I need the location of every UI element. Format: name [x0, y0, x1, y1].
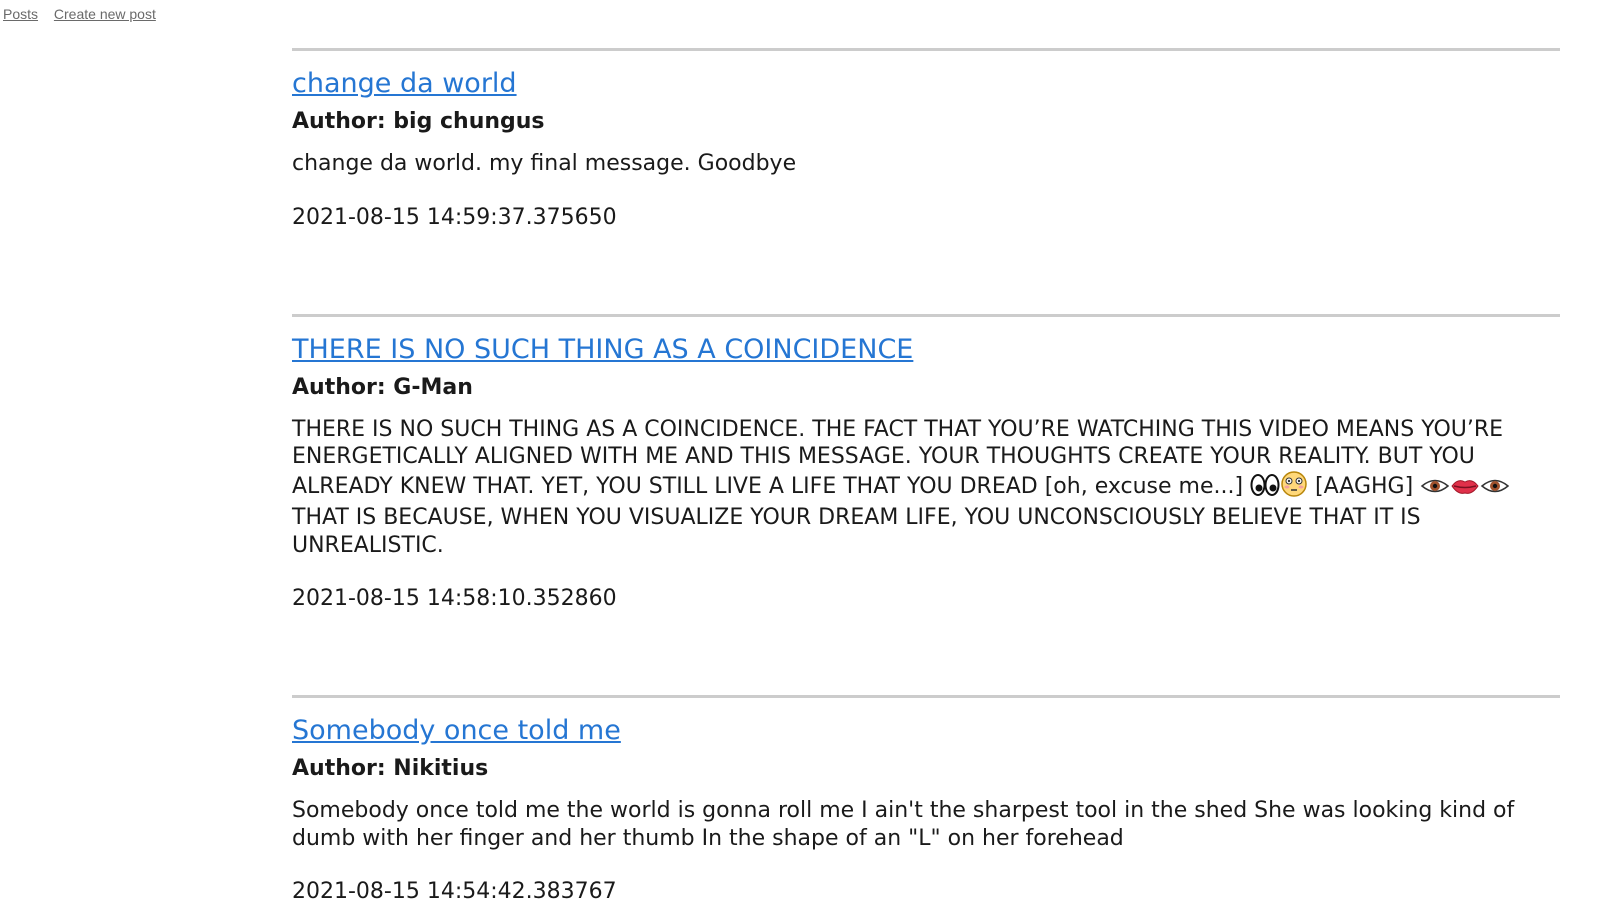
eye-emoji-icon [1480, 475, 1510, 505]
eyes-emoji-icon [1250, 473, 1280, 505]
post-date: 2021-08-15 14:59:37.375650 [292, 204, 617, 230]
post-date: 2021-08-15 14:54:42.383767 [292, 879, 617, 904]
nav-posts-link[interactable]: Posts [3, 6, 38, 22]
post-title-link[interactable]: Somebody once told me [292, 714, 621, 748]
post-content: change da world. my final message. Goodb… [292, 151, 797, 176]
post-date: 2021-08-15 14:58:10.352860 [292, 586, 617, 611]
post-author: Author: big chungus [292, 109, 545, 134]
post-author: Author: G-Man [292, 374, 473, 400]
post-title-link[interactable]: THERE IS NO SUCH THING AS A COINCIDENCE [292, 333, 913, 367]
post-content-text: [AAGHG] [1315, 473, 1414, 499]
post-content-text: THAT IS BECAUSE, WHEN YOU VISUALIZE YOUR… [292, 505, 1421, 558]
nav-create-post-link[interactable]: Create new post [54, 6, 156, 22]
top-nav: Posts Create new post [3, 6, 168, 22]
post-author: Author: Nikitius [292, 756, 489, 781]
flushed-face-emoji-icon [1280, 470, 1308, 505]
post-content: THERE IS NO SUCH THING AS A COINCIDENCE.… [292, 416, 1560, 560]
eye-emoji-icon [1420, 475, 1450, 505]
post-item: change da world Author: big chungus chan… [292, 48, 1560, 314]
post-title-link[interactable]: change da world [292, 67, 517, 101]
post-item: Somebody once told me Author: Nikitius S… [292, 695, 1560, 906]
post-list: change da world Author: big chungus chan… [292, 48, 1560, 906]
mouth-emoji-icon [1450, 475, 1480, 505]
post-item: THERE IS NO SUCH THING AS A COINCIDENCE … [292, 313, 1560, 696]
post-content: Somebody once told me the world is gonna… [292, 798, 1515, 851]
